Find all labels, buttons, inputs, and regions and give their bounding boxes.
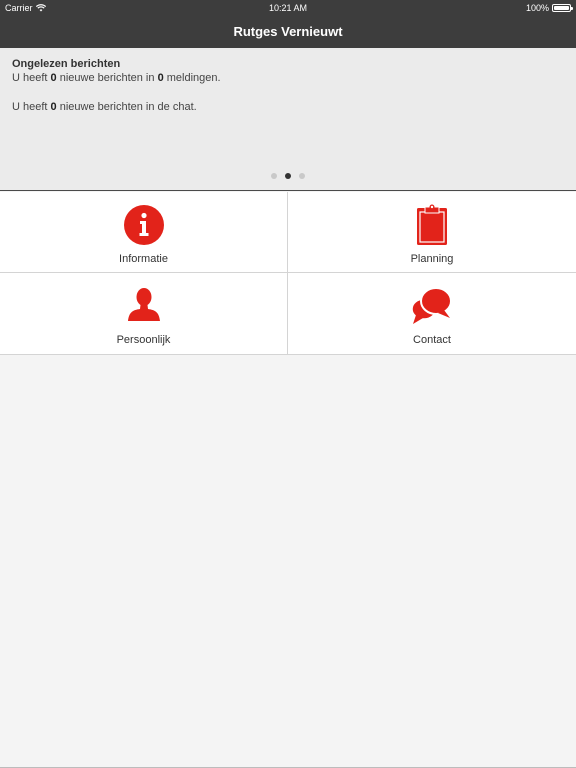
- notifications-summary: U heeft 0 nieuwe berichten in 0 meldinge…: [12, 72, 221, 84]
- status-bar: Carrier 10:21 AM 100%: [0, 0, 576, 16]
- menu-label-planning: Planning: [410, 253, 454, 265]
- menu-label-contact: Contact: [413, 334, 451, 346]
- page-dot-1[interactable]: [271, 173, 277, 179]
- menu-tile-contact[interactable]: Contact: [288, 273, 576, 355]
- page-dot-3[interactable]: [299, 173, 305, 179]
- info-icon: [123, 205, 164, 245]
- top-bar: Carrier 10:21 AM 100% Rutges Vernieuwt: [0, 0, 576, 48]
- battery-percent: 100%: [525, 3, 549, 13]
- chat-summary: U heeft 0 nieuwe berichten in de chat.: [12, 101, 197, 113]
- menu-label-informatie: Informatie: [119, 253, 168, 265]
- unread-messages-banner[interactable]: Ongelezen berichten U heeft 0 nieuwe ber…: [0, 48, 576, 191]
- menu-tile-persoonlijk[interactable]: Persoonlijk: [0, 273, 288, 355]
- menu-label-persoonlijk: Persoonlijk: [116, 334, 171, 346]
- chat-bubbles-icon: [411, 287, 452, 324]
- page-title: Rutges Vernieuwt: [233, 24, 343, 39]
- menu-tile-planning[interactable]: Planning: [288, 192, 576, 273]
- battery-icon: [552, 4, 573, 12]
- status-time: 10:21 AM: [268, 3, 308, 13]
- person-icon: [127, 288, 160, 321]
- menu-tile-informatie[interactable]: Informatie: [0, 192, 288, 273]
- page-dot-2[interactable]: [285, 173, 291, 179]
- main-menu-grid: Informatie Planning Persoonlijk Contact: [0, 192, 576, 355]
- battery-indicator: 100%: [525, 0, 573, 16]
- banner-title: Ongelezen berichten: [12, 58, 121, 70]
- clipboard-icon: [417, 203, 447, 245]
- page-indicator[interactable]: [0, 173, 576, 179]
